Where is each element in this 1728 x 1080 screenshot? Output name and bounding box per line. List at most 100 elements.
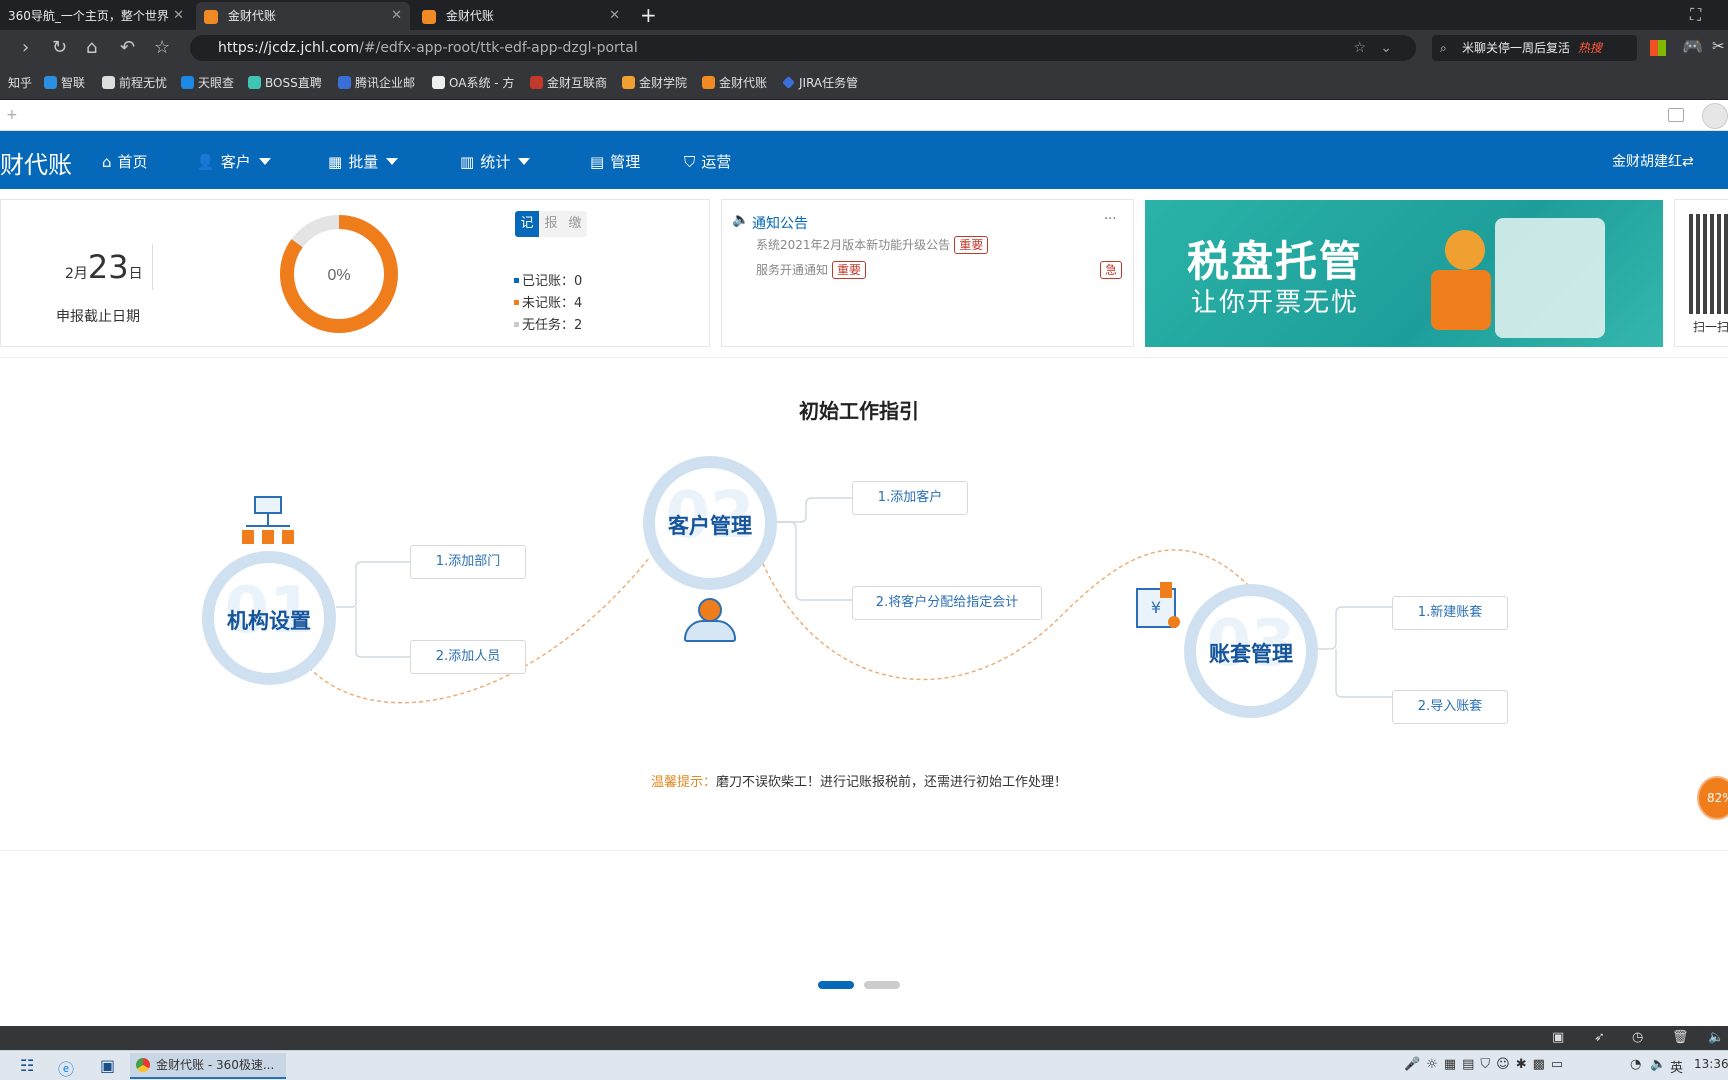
bookmark-jira[interactable]: JIRA任务管 <box>782 74 858 91</box>
plus-icon[interactable]: + <box>6 107 18 123</box>
task-view-icon[interactable]: ☷ <box>20 1056 34 1075</box>
tray-icons[interactable]: 🎤☼▦▤⛉☺✱▩▭ <box>1404 1057 1569 1072</box>
new-account-set-button[interactable]: 1.新建账套 <box>1392 596 1508 630</box>
bookmark-zhihu[interactable]: 知乎 <box>8 74 32 91</box>
tab-jincai[interactable]: 金财代账 ✕ <box>414 2 628 30</box>
shirt-icon[interactable]: ⛶ <box>1690 5 1701 25</box>
branch-2a <box>770 497 852 523</box>
home-icon: ⌂ <box>102 153 112 171</box>
add-staff-button[interactable]: 2.添加人员 <box>410 640 526 674</box>
carousel-dot[interactable] <box>864 981 900 989</box>
tab-jincai-active[interactable]: 金财代账 ✕ <box>196 2 410 30</box>
banner-headline: 税盘托管 <box>1187 237 1364 286</box>
chart-icon: ▥ <box>460 153 475 171</box>
carousel-dot-active[interactable] <box>818 981 854 989</box>
taskbar-app-browser[interactable]: 金财代账 - 360极速... <box>130 1053 286 1079</box>
rocket-icon[interactable]: ➶ <box>1594 1030 1605 1045</box>
notice-card: 🔈 通知公告 ··· 系统2021年2月版本新功能升级公告 重要 服务开通通知 重要… <box>721 199 1134 347</box>
bookmark-tencent-mail[interactable]: 腾讯企业邮 <box>338 74 415 91</box>
app-logo[interactable]: 财代账 <box>0 145 72 180</box>
volume-icon[interactable]: 🔈 <box>1708 1030 1724 1045</box>
segment-jiao[interactable]: 缴 <box>563 211 587 237</box>
bookmark-jincai-hulian[interactable]: 金财互联商 <box>530 74 607 91</box>
jira-icon <box>782 76 795 89</box>
ie-icon[interactable]: ⓔ <box>58 1056 74 1080</box>
progress-donut: 0% <box>280 215 398 333</box>
star-icon[interactable]: ☆ <box>154 37 170 59</box>
close-icon[interactable]: ✕ <box>609 2 620 30</box>
briefcase-icon[interactable] <box>1668 108 1684 122</box>
urgent-flag: 急 <box>1100 261 1123 279</box>
history-icon[interactable]: ◷ <box>1632 1030 1643 1045</box>
bookmark-oa[interactable]: OA系统 - 方 <box>432 74 514 91</box>
progress-text: 0% <box>327 267 350 284</box>
bookmark-boss[interactable]: BOSS直聘 <box>248 74 322 91</box>
segment-ji[interactable]: 记 <box>515 211 539 237</box>
forward-icon[interactable]: › <box>22 37 29 59</box>
windows-taskbar: ☷ ⓔ ▣ 金财代账 - 360极速... 🎤☼▦▤⛉☺✱▩▭ ◔ 🔈 英 13… <box>0 1050 1728 1080</box>
menu-home[interactable]: ⌂ 首页 <box>102 151 148 172</box>
undo-icon[interactable]: ↶ <box>120 37 135 59</box>
shield-icon: ⛉ <box>684 153 696 171</box>
bookmark-star-icon[interactable]: ☆ <box>1353 35 1366 61</box>
more-button[interactable]: ··· <box>1104 212 1116 227</box>
caret-down-icon <box>518 158 531 165</box>
user-switch-link[interactable]: 金财胡建红⇄ <box>1612 151 1694 171</box>
caret-down-icon <box>386 158 399 165</box>
menu-manage[interactable]: ▤ 管理 <box>590 151 640 172</box>
bookmarks-bar: 知乎 智联 前程无忧 天眼查 BOSS直聘 腾讯企业邮 OA系统 - 方 金财互… <box>0 66 1728 100</box>
game-icon[interactable]: 🎮 <box>1682 37 1703 57</box>
add-customer-button[interactable]: 1.添加客户 <box>852 481 968 515</box>
tax-banner[interactable]: 税盘托管 让你开票无忧 <box>1145 200 1663 347</box>
explorer-icon[interactable]: ▣ <box>100 1056 115 1075</box>
network-icon[interactable]: ◔ <box>1630 1057 1641 1072</box>
notice-item-1[interactable]: 系统2021年2月版本新功能升级公告 重要 <box>756 236 989 254</box>
org-chart-icon <box>240 496 296 546</box>
close-icon[interactable]: ✕ <box>173 2 184 30</box>
bookmark-51job[interactable]: 前程无忧 <box>102 74 167 91</box>
avatar[interactable] <box>1702 103 1728 129</box>
legend-recorded: 已记账：0 <box>514 270 582 289</box>
menu-operations[interactable]: ⛉ 运营 <box>684 151 731 172</box>
home-icon[interactable]: ⌂ <box>86 37 97 59</box>
ime-indicator[interactable]: 英 <box>1670 1057 1683 1076</box>
tab-label: 360导航_一个主页，整个世界 <box>8 9 169 23</box>
zhilian-icon <box>44 76 57 89</box>
important-tag: 重要 <box>954 236 989 254</box>
tab-360nav[interactable]: 360导航_一个主页，整个世界 ✕ <box>0 2 192 30</box>
tab-label: 金财代账 <box>445 9 494 23</box>
scissors-icon[interactable]: ✂ <box>1712 37 1725 55</box>
browser-status-bar: ▣ ➶ ◷ 🗑 🔈 <box>0 1026 1728 1050</box>
address-bar[interactable]: https://jcdz.jchl.com/#/edfx-app-root/tt… <box>190 35 1416 61</box>
menu-statistics[interactable]: ▥ 统计 <box>460 151 531 172</box>
divider <box>152 244 153 290</box>
qr-card: 扫一扫 <box>1674 199 1728 347</box>
search-box[interactable]: ⌕ 米聊关停一周后复活 热搜 <box>1432 35 1637 61</box>
add-department-button[interactable]: 1.添加部门 <box>410 545 526 579</box>
bookmark-tianyancha[interactable]: 天眼查 <box>181 74 234 91</box>
import-account-set-button[interactable]: 2.导入账套 <box>1392 690 1508 724</box>
reload-icon[interactable]: ↻ <box>52 37 67 59</box>
bookmark-zhilian[interactable]: 智联 <box>44 74 85 91</box>
image-icon[interactable]: ▣ <box>1552 1030 1564 1045</box>
apps-icon[interactable] <box>1650 40 1666 56</box>
tip-line: 温馨提示：磨刀不误砍柴工！进行记账报税前，还需进行初始工作处理！ <box>0 771 1718 790</box>
segment-bao[interactable]: 报 <box>539 211 563 237</box>
menu-customer[interactable]: 👤 客户 <box>196 151 271 172</box>
trash-icon[interactable]: 🗑 <box>1672 1030 1689 1045</box>
close-icon[interactable]: ✕ <box>391 2 402 30</box>
deadline-label: 申报截止日期 <box>56 309 140 325</box>
branch-1b <box>355 607 410 658</box>
legend-unrecorded: 未记账：4 <box>514 292 582 311</box>
step-3-title: 账套管理 <box>1209 642 1293 666</box>
bookmark-jincai-daizhang[interactable]: 金财代账 <box>702 74 767 91</box>
jincai-hulian-icon <box>530 76 543 89</box>
clock[interactable]: 13:36 <box>1694 1057 1728 1071</box>
notice-item-2[interactable]: 服务开通通知 重要 <box>756 261 867 279</box>
assign-accountant-button[interactable]: 2.将客户分配给指定会计 <box>852 586 1042 620</box>
new-tab-button[interactable]: + <box>640 2 657 28</box>
bookmark-jincai-college[interactable]: 金财学院 <box>622 74 687 91</box>
chevron-down-icon[interactable]: ⌄ <box>1380 35 1392 61</box>
menu-batch[interactable]: ▦ 批量 <box>328 151 399 172</box>
speaker-icon[interactable]: 🔈 <box>1650 1057 1666 1072</box>
